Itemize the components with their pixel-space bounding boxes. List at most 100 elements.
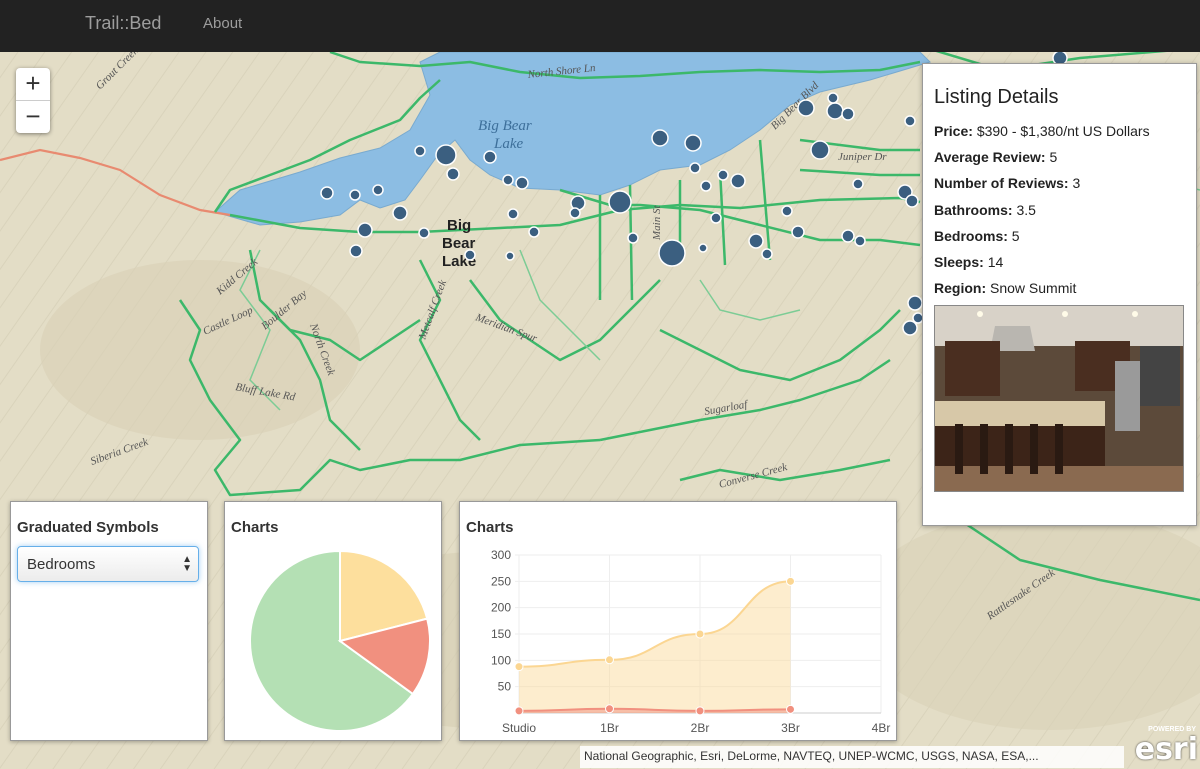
detail-label: Region: — [934, 280, 987, 297]
listing-marker[interactable] — [717, 169, 729, 181]
listing-marker[interactable] — [827, 92, 839, 104]
detail-label: Number of Reviews: — [934, 175, 1069, 192]
data-point — [786, 576, 795, 586]
data-point — [605, 655, 614, 665]
detail-label: Price: — [934, 123, 973, 139]
panel-title: Charts — [466, 519, 514, 536]
listing-marker[interactable] — [907, 295, 923, 311]
detail-row: Price: $390 - $1,380/nt US Dollars — [934, 123, 1150, 139]
listing-marker[interactable] — [392, 205, 408, 221]
listing-marker[interactable] — [414, 145, 426, 157]
data-point — [514, 706, 524, 716]
listing-marker[interactable] — [761, 248, 773, 260]
listing-marker[interactable] — [810, 140, 830, 160]
label-lake: Lake — [493, 136, 524, 152]
listing-marker[interactable] — [502, 174, 514, 186]
panel-title: Graduated Symbols — [17, 519, 159, 536]
detail-row: Sleeps: 14 — [934, 254, 1003, 270]
x-tick-label: 3Br — [781, 721, 800, 735]
y-tick-label: 250 — [491, 574, 511, 588]
listing-photo — [934, 305, 1184, 492]
listing-marker[interactable] — [569, 207, 581, 219]
esri-logo[interactable]: POWERED BY esri — [1130, 722, 1200, 767]
esri-wordmark: esri — [1134, 732, 1198, 767]
detail-value: 5 — [1011, 227, 1020, 244]
y-tick-label: 300 — [491, 548, 511, 562]
listing-marker[interactable] — [781, 205, 793, 217]
data-point — [695, 706, 705, 716]
listing-marker[interactable] — [627, 232, 639, 244]
listing-marker[interactable] — [349, 189, 361, 201]
listing-marker[interactable] — [852, 178, 864, 190]
listing-marker[interactable] — [372, 184, 384, 196]
ridge — [40, 260, 360, 440]
listing-marker[interactable] — [841, 107, 855, 121]
detail-row: Bathrooms: 3.5 — [934, 202, 1036, 218]
data-point — [605, 704, 614, 714]
listing-marker[interactable] — [505, 251, 515, 261]
detail-value: 5 — [1049, 149, 1058, 166]
data-point — [695, 629, 705, 639]
listing-marker[interactable] — [826, 102, 844, 120]
listing-marker[interactable] — [841, 229, 855, 243]
listing-marker[interactable] — [698, 243, 708, 253]
listing-marker[interactable] — [528, 226, 540, 238]
y-tick-label: 100 — [491, 653, 511, 667]
listing-marker[interactable] — [710, 212, 722, 224]
pie-chart — [249, 549, 431, 732]
detail-value: 3.5 — [1016, 201, 1036, 218]
listing-marker[interactable] — [349, 244, 363, 258]
map-attribution[interactable]: National Geographic, Esri, DeLorme, NAVT… — [580, 746, 1124, 768]
select-value: Bedrooms — [27, 556, 96, 573]
listing-marker[interactable] — [418, 227, 430, 239]
zoom-in-button[interactable]: + — [16, 68, 50, 100]
listing-marker[interactable] — [902, 320, 918, 336]
listing-marker[interactable] — [658, 239, 686, 267]
listing-marker[interactable] — [608, 190, 632, 214]
listing-marker[interactable] — [446, 167, 460, 181]
listing-marker[interactable] — [730, 173, 746, 189]
x-tick-label: 2Br — [691, 721, 710, 735]
y-tick-label: 150 — [491, 627, 511, 641]
detail-value: $390 - $1,380/nt US Dollars — [976, 123, 1150, 139]
series-line — [518, 707, 791, 712]
data-point — [514, 662, 524, 672]
listing-marker[interactable] — [748, 233, 764, 249]
listing-marker[interactable] — [483, 150, 497, 164]
listing-marker[interactable] — [854, 235, 866, 247]
label-road: Main St — [651, 205, 663, 241]
detail-label: Average Review: — [934, 149, 1046, 166]
symbol-field-select[interactable]: Bedrooms ▲ ▼ — [17, 546, 199, 582]
listing-marker[interactable] — [464, 249, 476, 261]
detail-label: Bedrooms: — [934, 227, 1008, 244]
select-arrows-icon: ▲ ▼ — [182, 554, 192, 574]
x-tick-label: 4Br — [872, 721, 891, 735]
detail-label: Sleeps: — [934, 254, 984, 270]
nav-about-link[interactable]: About — [203, 15, 242, 32]
brand-link[interactable]: Trail::Bed — [85, 13, 161, 34]
listing-marker[interactable] — [684, 134, 702, 152]
listing-marker[interactable] — [357, 222, 373, 238]
area-chart: 50 100 150 200 250 300 Studio 1Br 2Br 3Br 4Br — [491, 548, 891, 735]
label-town: Big — [447, 217, 471, 234]
listing-marker[interactable] — [904, 115, 916, 127]
y-tick-label: 200 — [491, 601, 511, 615]
listing-marker[interactable] — [435, 144, 457, 166]
listing-marker[interactable] — [797, 99, 815, 117]
graduated-symbols-panel: Graduated Symbols Bedrooms ▲ ▼ — [10, 501, 208, 741]
listing-marker[interactable] — [791, 225, 805, 239]
listing-marker[interactable] — [320, 186, 334, 200]
detail-row: Bedrooms: 5 — [934, 228, 1020, 244]
detail-row: Average Review: 5 — [934, 149, 1057, 165]
listing-marker[interactable] — [651, 129, 669, 147]
listing-details-panel: Listing Details Price: $390 - $1,380/nt … — [922, 63, 1197, 526]
pie-chart-panel: Charts — [224, 501, 442, 741]
zoom-out-button[interactable]: − — [16, 100, 50, 133]
listing-marker[interactable] — [515, 176, 529, 190]
listing-marker[interactable] — [689, 162, 701, 174]
detail-label: Bathrooms: — [934, 201, 1013, 218]
detail-value: Snow Summit — [990, 280, 1077, 297]
listing-marker[interactable] — [507, 208, 519, 220]
listing-marker[interactable] — [700, 180, 712, 192]
listing-marker[interactable] — [905, 194, 919, 208]
